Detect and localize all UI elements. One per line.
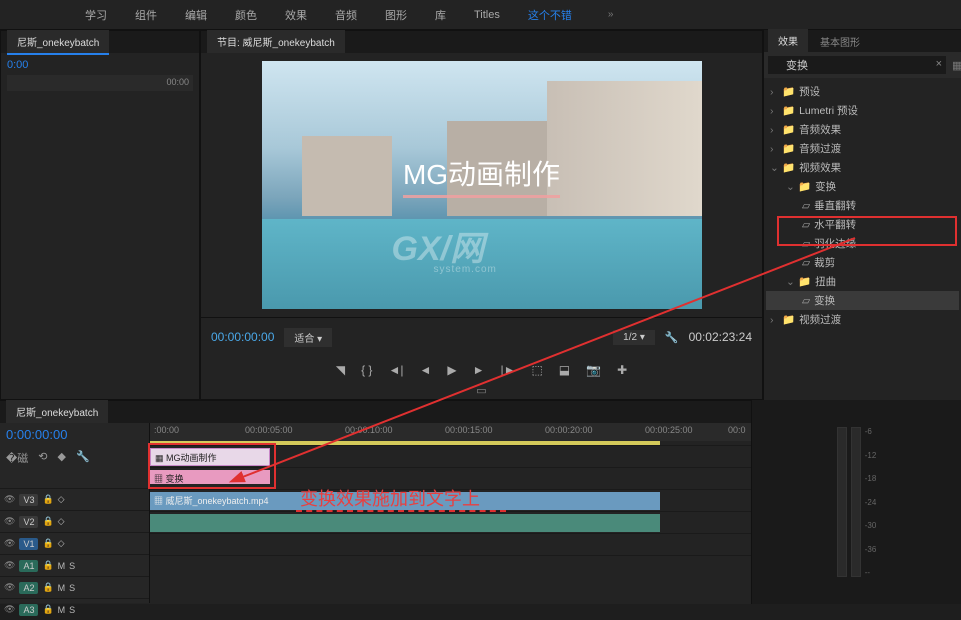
video-frame: MG动画制作 GX/网 system.com: [262, 61, 702, 309]
effect-feather-edges[interactable]: ▱羽化边缘: [766, 234, 959, 253]
step-back-icon[interactable]: ◄|: [388, 363, 403, 377]
track-header-v1[interactable]: 👁V1🔒◇: [0, 532, 149, 554]
track-v3[interactable]: ▦ MG动画制作: [150, 445, 751, 467]
clip-title-graphic[interactable]: ▦ MG动画制作: [150, 448, 270, 466]
folder-audio-effects[interactable]: ›📁音频效果: [766, 120, 959, 139]
transport-bar: 00:00:00:00 适合 ▾ 1/2 ▾ 🔧 00:02:23:24: [201, 317, 762, 356]
zoom-fit-dropdown[interactable]: 适合 ▾: [284, 328, 332, 347]
wrench-icon[interactable]: 🔧: [76, 450, 90, 466]
insert-icon[interactable]: { }: [361, 363, 372, 377]
tab-graphics[interactable]: 图形: [385, 7, 407, 23]
link-icon[interactable]: ⟲: [38, 450, 47, 466]
tab-titles[interactable]: Titles: [474, 9, 500, 21]
source-monitor-panel: 尼斯_onekeybatch 0:00 00:00: [0, 30, 200, 400]
tab-edit[interactable]: 编辑: [185, 7, 207, 23]
tab-audio[interactable]: 音频: [335, 7, 357, 23]
folder-video-effects[interactable]: ⌄📁视频效果: [766, 158, 959, 177]
track-header-a3[interactable]: 👁A3🔒MS: [0, 598, 149, 620]
program-monitor-panel: 节目: 威尼斯_onekeybatch MG动画制作 GX/网 system.c…: [200, 30, 763, 400]
folder-presets[interactable]: ›📁预设: [766, 82, 959, 101]
snap-icon[interactable]: �磁: [6, 450, 28, 466]
mark-in-icon[interactable]: ◥: [336, 363, 345, 377]
effects-search-input[interactable]: [768, 56, 946, 74]
effects-panel: 效果 基本图形 × ▦ ▦ ▦ ›📁预设 ›📁Lumetri 预设 ›📁音频效果…: [763, 30, 961, 400]
audio-meters-panel: -6-12-18-24-30-36--: [751, 400, 961, 604]
tab-assembly[interactable]: 组件: [135, 7, 157, 23]
track-a2[interactable]: [150, 533, 751, 555]
overflow-menu-icon[interactable]: »: [608, 9, 614, 20]
timeline-playhead-time[interactable]: 0:00:00:00: [0, 423, 149, 446]
safe-margins-icon[interactable]: ▭: [476, 385, 486, 397]
effect-vertical-flip[interactable]: ▱垂直翻转: [766, 196, 959, 215]
track-header-a2[interactable]: 👁A2🔒MS: [0, 576, 149, 598]
track-a3[interactable]: [150, 555, 751, 577]
extract-icon[interactable]: ⬓: [559, 363, 570, 377]
source-ruler[interactable]: 00:00: [7, 75, 193, 91]
marker-icon[interactable]: ◆: [58, 450, 66, 466]
tab-custom-active[interactable]: 这个不错: [528, 7, 572, 23]
effect-transform-selected[interactable]: ▱变换: [766, 291, 959, 310]
workspace-tabs: 学习 组件 编辑 颜色 效果 音频 图形 库 Titles 这个不错 »: [0, 0, 961, 30]
clip-effect-label[interactable]: ▦ 变换: [150, 470, 270, 484]
video-preview[interactable]: MG动画制作 GX/网 system.com: [201, 53, 762, 317]
step-fwd-icon[interactable]: |►: [500, 363, 515, 377]
export-frame-icon[interactable]: 📷: [586, 363, 601, 377]
clear-search-icon[interactable]: ×: [936, 58, 942, 70]
effect-horizontal-flip[interactable]: ▱水平翻转: [766, 215, 959, 234]
overlay-title-text: MG动画制作: [403, 153, 560, 198]
track-header-v3[interactable]: 👁V3🔒◇: [0, 488, 149, 510]
source-playhead-time[interactable]: 0:00: [7, 59, 193, 71]
accel-badge-icon[interactable]: ▦: [952, 59, 961, 72]
source-tab[interactable]: 尼斯_onekeybatch: [7, 30, 109, 55]
settings-icon[interactable]: 🔧: [665, 331, 679, 344]
folder-audio-transitions[interactable]: ›📁音频过渡: [766, 139, 959, 158]
clip-audio-a1[interactable]: [150, 514, 660, 532]
audio-meter-right: [851, 427, 861, 577]
program-tab[interactable]: 节目: 威尼斯_onekeybatch: [207, 30, 345, 55]
source-end-time: 00:00: [166, 77, 189, 87]
frame-back-icon[interactable]: ◄: [419, 363, 431, 377]
effects-tab[interactable]: 效果: [768, 29, 808, 54]
tab-learn[interactable]: 学习: [85, 7, 107, 23]
track-header-a1[interactable]: 👁A1🔒MS: [0, 554, 149, 576]
time-ruler[interactable]: :00:00 00:00:05:00 00:00:10:00 00:00:15:…: [150, 423, 751, 441]
track-header-v2[interactable]: 👁V2🔒◇: [0, 510, 149, 532]
effects-tree: ›📁预设 ›📁Lumetri 预设 ›📁音频效果 ›📁音频过渡 ⌄📁视频效果 ⌄…: [764, 78, 961, 333]
essential-graphics-tab[interactable]: 基本图形: [810, 30, 870, 53]
sequence-tab[interactable]: 尼斯_onekeybatch: [6, 400, 108, 425]
tab-effects[interactable]: 效果: [285, 7, 307, 23]
folder-video-transitions[interactable]: ›📁视频过渡: [766, 310, 959, 329]
track-a1[interactable]: [150, 511, 751, 533]
annotation-text: 变换效果施加到文字上: [300, 485, 480, 511]
tab-library[interactable]: 库: [435, 7, 446, 23]
effect-crop[interactable]: ▱裁剪: [766, 253, 959, 272]
playback-controls: ◥ { } ◄| ◄ ▶ ► |► ⬚ ⬓ 📷 ✚: [201, 356, 762, 384]
track-header-area: 0:00:00:00 �磁 ⟲ ◆ 🔧 👁V3🔒◇ 👁V2🔒◇ 👁V1🔒◇ 👁A…: [0, 423, 150, 603]
frame-fwd-icon[interactable]: ►: [473, 363, 485, 377]
button-editor-icon[interactable]: ✚: [617, 363, 627, 377]
resolution-dropdown[interactable]: 1/2 ▾: [613, 330, 655, 345]
duration-timecode: 00:02:23:24: [689, 330, 752, 344]
timeline-tracks-area[interactable]: :00:00 00:00:05:00 00:00:10:00 00:00:15:…: [150, 423, 751, 603]
current-timecode[interactable]: 00:00:00:00: [211, 330, 274, 344]
folder-distort[interactable]: ⌄📁扭曲: [766, 272, 959, 291]
meter-scale: -6-12-18-24-30-36--: [865, 427, 877, 577]
audio-meter-left: [837, 427, 847, 577]
folder-lumetri[interactable]: ›📁Lumetri 预设: [766, 101, 959, 120]
lift-icon[interactable]: ⬚: [531, 363, 542, 377]
play-icon[interactable]: ▶: [447, 363, 456, 377]
folder-transform[interactable]: ⌄📁变换: [766, 177, 959, 196]
tab-color[interactable]: 颜色: [235, 7, 257, 23]
watermark: GX/网 system.com: [392, 221, 497, 275]
